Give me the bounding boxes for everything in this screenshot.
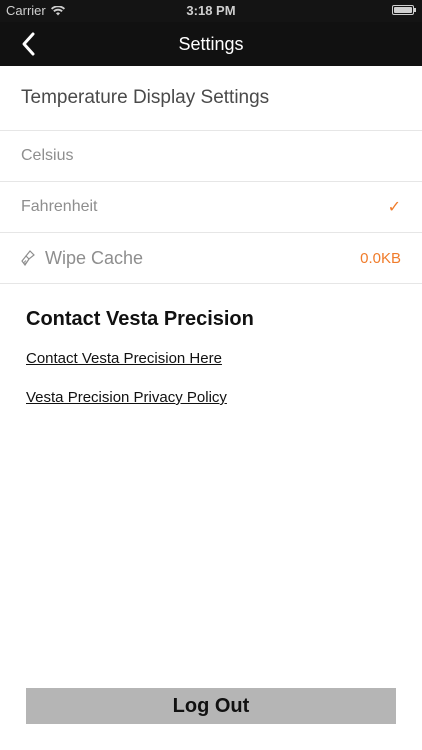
privacy-policy-link[interactable]: Vesta Precision Privacy Policy xyxy=(26,389,227,406)
option-fahrenheit-label: Fahrenheit xyxy=(21,198,98,215)
wipe-cache-row[interactable]: Wipe Cache 0.0KB xyxy=(0,233,422,284)
cache-size: 0.0KB xyxy=(360,249,401,267)
logout-button[interactable]: Log Out xyxy=(26,688,396,724)
temperature-section-header: Temperature Display Settings xyxy=(0,66,422,131)
contact-title: Contact Vesta Precision xyxy=(26,308,254,330)
navigation-bar: Settings xyxy=(0,22,422,66)
brush-icon xyxy=(21,250,35,266)
status-time: 3:18 PM xyxy=(186,3,236,18)
contact-link[interactable]: Contact Vesta Precision Here xyxy=(26,350,222,367)
wipe-cache-label: Wipe Cache xyxy=(45,247,144,268)
battery-icon xyxy=(392,5,416,15)
page-title: Settings xyxy=(178,34,244,54)
status-bar: Carrier 3:18 PM xyxy=(0,0,422,22)
option-fahrenheit[interactable]: Fahrenheit ✓ xyxy=(0,182,422,233)
option-celsius[interactable]: Celsius xyxy=(0,131,422,182)
option-celsius-label: Celsius xyxy=(21,147,74,164)
checkmark-icon: ✓ xyxy=(387,199,401,216)
